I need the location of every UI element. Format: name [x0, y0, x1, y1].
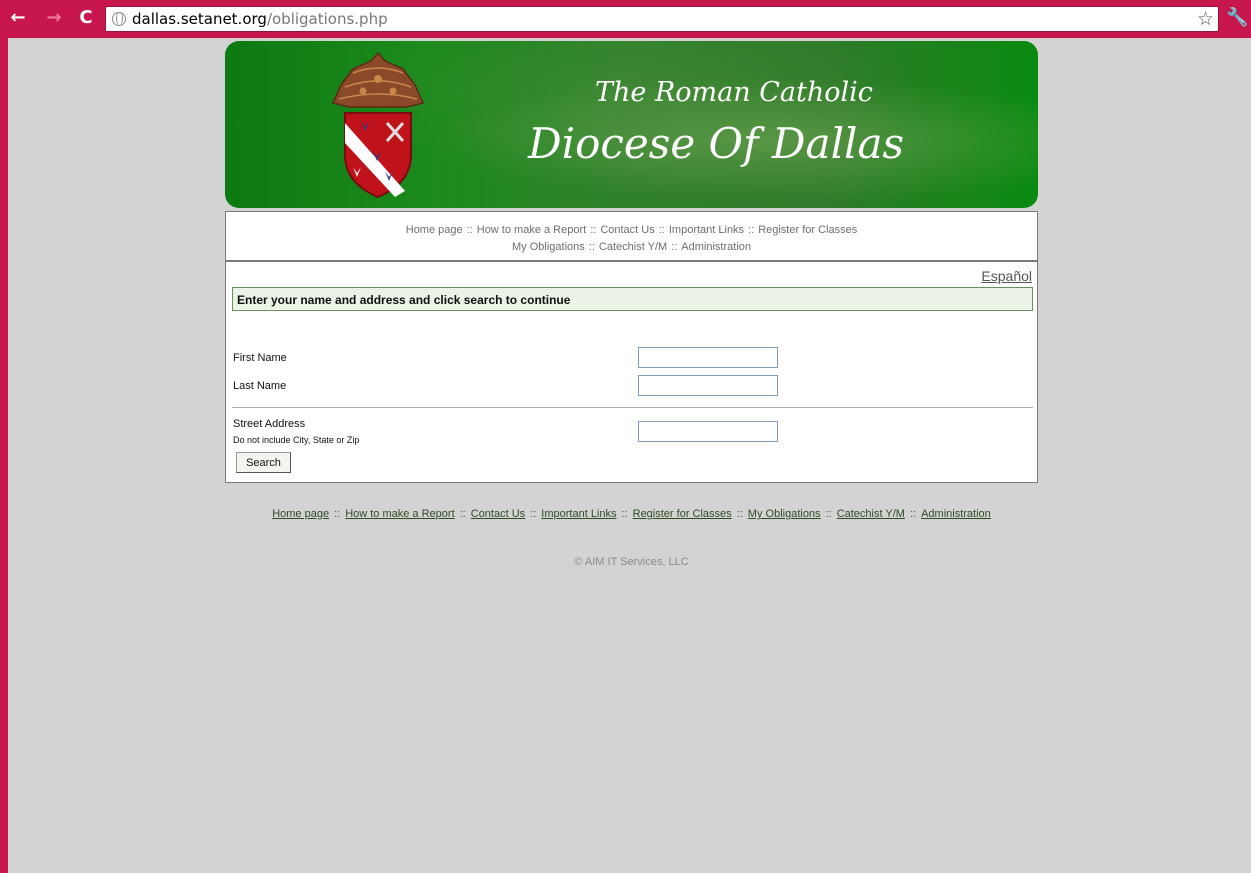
wrench-menu-icon[interactable]: 🔧	[1226, 7, 1248, 28]
top-navigation: Home page:: How to make a Report:: Contact…	[225, 211, 1038, 261]
nav-contact-us[interactable]: Contact Us	[600, 224, 654, 236]
street-address-label: Street Address	[233, 418, 306, 430]
nav-how-to-make-report[interactable]: How to make a Report	[477, 224, 586, 236]
diocese-crest-icon	[331, 51, 425, 199]
street-address-field[interactable]	[638, 421, 778, 442]
nav-home-page[interactable]: Home page	[406, 224, 463, 236]
first-name-field[interactable]	[638, 347, 778, 368]
footer-home-page[interactable]: Home page	[272, 508, 329, 520]
address-bar[interactable]: dallas.setanet.org/obligations.php ☆	[105, 6, 1219, 32]
footer-catechist-ym[interactable]: Catechist Y/M	[837, 508, 905, 520]
street-address-hint: Do not include City, State or Zip	[233, 435, 360, 445]
copyright-text: © AIM IT Services, LLC	[574, 556, 689, 568]
nav-important-links[interactable]: Important Links	[669, 224, 744, 236]
instructions-banner: Enter your name and address and click se…	[232, 287, 1033, 311]
reload-icon[interactable]: C	[76, 7, 96, 29]
address-url: dallas.setanet.org/obligations.php	[132, 10, 388, 28]
globe-icon	[112, 12, 126, 26]
back-arrow-icon[interactable]: ←	[8, 7, 28, 29]
last-name-field[interactable]	[638, 375, 778, 396]
footer-contact-us[interactable]: Contact Us	[471, 508, 525, 520]
nav-row-2: My Obligations:: Catechist Y/M:: Administr…	[512, 241, 751, 253]
footer-administration[interactable]: Administration	[921, 508, 991, 520]
banner-title-line2: Diocese Of Dallas	[528, 119, 905, 168]
footer-navigation: Home page:: How to make a Report:: Contact…	[272, 508, 991, 520]
form-divider	[232, 407, 1033, 408]
language-link-espanol[interactable]: Español	[981, 268, 1032, 284]
footer-important-links[interactable]: Important Links	[541, 508, 616, 520]
forward-arrow-icon[interactable]: →	[44, 7, 64, 29]
nav-row-1: Home page:: How to make a Report:: Contact…	[405, 224, 858, 236]
bookmark-star-icon[interactable]: ☆	[1197, 8, 1214, 30]
search-button[interactable]: Search	[236, 452, 291, 473]
footer-how-to-make-report[interactable]: How to make a Report	[345, 508, 454, 520]
obligations-form: Español Enter your name and address and …	[225, 261, 1038, 483]
nav-catechist-ym[interactable]: Catechist Y/M	[599, 241, 667, 253]
footer-register-for-classes[interactable]: Register for Classes	[633, 508, 732, 520]
first-name-label: First Name	[233, 352, 287, 364]
nav-my-obligations[interactable]: My Obligations	[512, 241, 585, 253]
window-edge	[0, 38, 8, 873]
footer-my-obligations[interactable]: My Obligations	[748, 508, 821, 520]
nav-register-for-classes[interactable]: Register for Classes	[758, 224, 857, 236]
header-banner: The Roman Catholic Diocese Of Dallas	[225, 41, 1038, 208]
last-name-label: Last Name	[233, 380, 287, 392]
banner-title-line1: The Roman Catholic	[595, 77, 873, 108]
browser-toolbar: ← → C dallas.setanet.org/obligations.php…	[0, 0, 1251, 38]
nav-administration[interactable]: Administration	[681, 241, 751, 253]
